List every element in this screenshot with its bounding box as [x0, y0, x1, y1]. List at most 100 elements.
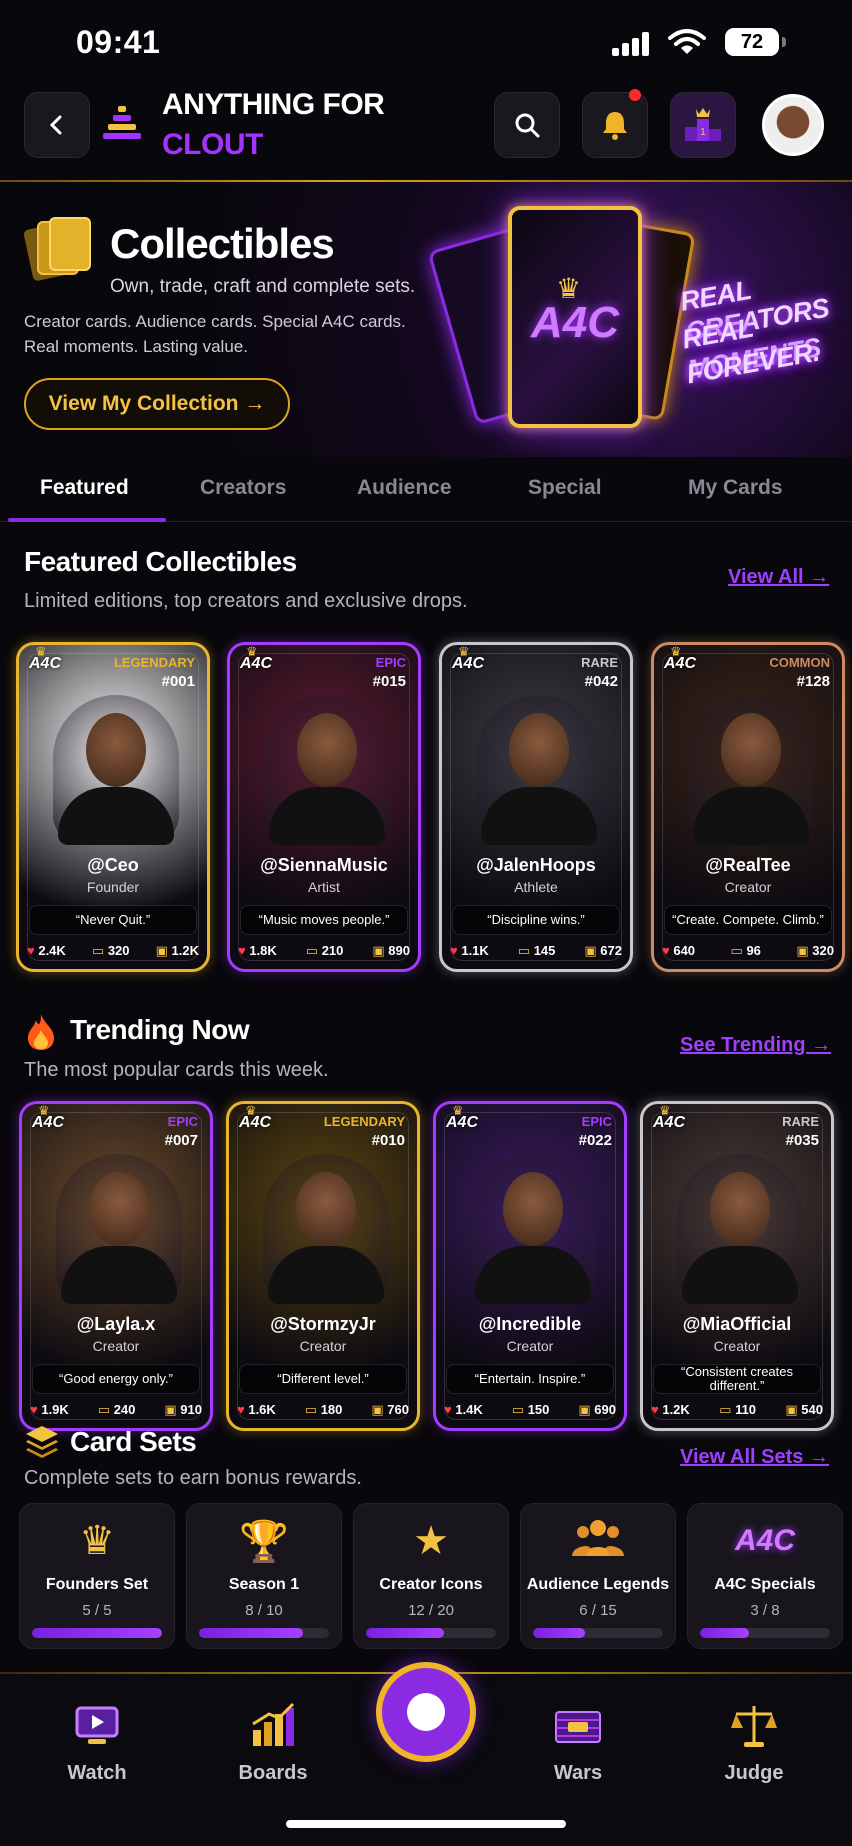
- collectible-card[interactable]: ♛ A4C COMMON #128 @RealTee Creator “Create. Co…: [651, 642, 845, 972]
- card-quote: “Different level.”: [239, 1364, 407, 1394]
- card-role: Athlete: [514, 879, 558, 895]
- card-role: Creator: [299, 1338, 347, 1354]
- card-handle: @JalenHoops: [476, 855, 596, 875]
- set-progress: 3 / 8: [750, 1602, 780, 1619]
- card-handle: @Layla.x: [76, 1314, 156, 1334]
- collectible-card[interactable]: ♛ A4C LEGENDARY #010 @StormzyJr Creator “Diffe…: [226, 1101, 420, 1431]
- card-logo: A4C: [653, 1114, 686, 1131]
- hero-description-line2: Real moments. Lasting value.: [24, 337, 248, 356]
- comment-icon: ▭: [91, 943, 105, 958]
- card-rarity: EPIC: [581, 1114, 612, 1129]
- set-season-1[interactable]: 🏆 Season 1 8 / 10: [186, 1503, 342, 1649]
- set-progress-bar: [32, 1628, 162, 1638]
- card-quote: “Music moves people.”: [240, 905, 408, 935]
- set-progress: 12 / 20: [408, 1602, 454, 1619]
- crown-icon: ♛: [79, 1519, 115, 1563]
- notification-dot: [629, 89, 641, 101]
- set-founders[interactable]: ♛ Founders Set 5 / 5: [19, 1503, 175, 1649]
- search-button[interactable]: [494, 92, 560, 158]
- set-creator-icons[interactable]: ★ Creator Icons 12 / 20: [353, 1503, 509, 1649]
- card-photo: [56, 1154, 182, 1304]
- featured-subtitle: Limited editions, top creators and exclu…: [24, 590, 468, 612]
- card-logo: A4C: [239, 1114, 272, 1131]
- tab-audience[interactable]: Audience: [357, 476, 452, 500]
- card-comments: ▭ 96: [730, 943, 761, 958]
- notifications-button[interactable]: [582, 89, 648, 158]
- card-role: Founder: [86, 879, 140, 895]
- card-number: #022: [578, 1132, 612, 1149]
- card-stats: ♥ 2.4K ▭ 320 ▣ 1.2K: [27, 943, 199, 959]
- tab-my-cards[interactable]: My Cards: [688, 476, 783, 500]
- view-all-link[interactable]: View All →: [728, 566, 829, 589]
- podium-icon: 1: [685, 108, 721, 141]
- card-quote: “Good energy only.”: [32, 1364, 200, 1394]
- back-button[interactable]: [24, 92, 90, 158]
- view-all-sets-link[interactable]: View All Sets →: [680, 1446, 829, 1469]
- card-photo: [264, 695, 390, 845]
- heart-icon: ♥: [30, 1402, 38, 1417]
- owners-icon: ▣: [164, 1402, 177, 1417]
- card-quote: “Create. Compete. Climb.”: [664, 905, 832, 935]
- set-audience-legends[interactable]: Audience Legends 6 / 15: [520, 1503, 676, 1649]
- leaderboard-button[interactable]: 1: [670, 92, 736, 158]
- brand-name-line1: ANYTHING FOR: [162, 88, 385, 121]
- card-owners: ▣ 320: [796, 943, 834, 958]
- card-photo: [53, 695, 179, 845]
- card-number: #001: [161, 673, 195, 690]
- wifi-icon: [668, 29, 706, 54]
- tab-creators[interactable]: Creators: [200, 476, 286, 500]
- set-name: Founders Set: [45, 1576, 149, 1593]
- owners-icon: ▣: [155, 943, 168, 958]
- user-avatar[interactable]: [762, 94, 824, 156]
- card-quote: “Entertain. Inspire.”: [446, 1364, 614, 1394]
- collectible-card[interactable]: ♛ A4C LEGENDARY #001 @Ceo Founder “Never Quit.…: [16, 642, 210, 972]
- card-number: #010: [371, 1132, 405, 1149]
- trending-subtitle: The most popular cards this week.: [24, 1059, 329, 1081]
- heart-icon: ♥: [450, 943, 458, 958]
- collectible-card[interactable]: ♛ A4C RARE #035 @MiaOfficial Creator “Consiste…: [640, 1101, 834, 1431]
- card-role: Artist: [308, 879, 340, 895]
- card-rarity: EPIC: [167, 1114, 198, 1129]
- card-rarity: LEGENDARY: [113, 655, 195, 670]
- nav-wars[interactable]: Wars: [518, 1762, 638, 1785]
- fire-icon: [28, 1014, 54, 1050]
- hero-card-logo: A4C: [530, 298, 620, 347]
- heart-icon: ♥: [651, 1402, 659, 1417]
- battery-indicator: 72: [725, 28, 786, 56]
- nav-watch[interactable]: Watch: [37, 1762, 157, 1785]
- owners-icon: ▣: [371, 1402, 384, 1417]
- tab-featured[interactable]: Featured: [40, 476, 129, 500]
- collectible-card[interactable]: ♛ A4C EPIC #022 @Incredible Creator “Entertain…: [433, 1101, 627, 1431]
- card-sets-title: Card Sets: [70, 1426, 197, 1457]
- hero-card-front: ♛ A4C: [508, 206, 642, 428]
- nav-judge[interactable]: Judge: [694, 1762, 814, 1785]
- card-role: Creator: [713, 1338, 761, 1354]
- card-stats: ♥ 640 ▭ 96 ▣ 320: [662, 943, 834, 959]
- set-a4c-specials[interactable]: A4C A4C Specials 3 / 8: [687, 1503, 843, 1649]
- set-progress: 8 / 10: [245, 1602, 283, 1619]
- card-stats: ♥ 1.6K ▭ 180 ▣ 760: [237, 1402, 409, 1418]
- card-handle: @RealTee: [705, 855, 791, 875]
- card-owners: ▣ 760: [371, 1402, 409, 1417]
- a4c-logo-icon: A4C: [734, 1524, 795, 1557]
- comment-icon: ▭: [517, 943, 531, 958]
- card-photo: [470, 1154, 596, 1304]
- set-progress-bar: [366, 1628, 496, 1638]
- search-icon: [515, 113, 540, 138]
- collectible-card[interactable]: ♛ A4C RARE #042 @JalenHoops Athlete “Disciplin…: [439, 642, 633, 972]
- star-icon: ★: [413, 1519, 449, 1563]
- brand-logo-icon: [103, 106, 141, 139]
- card-comments: ▭ 145: [517, 943, 556, 958]
- record-button[interactable]: [376, 1662, 476, 1762]
- tab-special[interactable]: Special: [528, 476, 602, 500]
- heart-icon: ♥: [662, 943, 670, 958]
- collectible-card[interactable]: ♛ A4C EPIC #007 @Layla.x Creator “Good energy …: [19, 1101, 213, 1431]
- tab-indicator: [8, 518, 166, 522]
- brand-name-line2: CLOUT: [162, 128, 263, 161]
- view-collection-button[interactable]: View My Collection →: [24, 378, 290, 430]
- card-photo: [476, 695, 602, 845]
- comment-icon: ▭: [511, 1402, 525, 1417]
- nav-boards[interactable]: Boards: [213, 1762, 333, 1785]
- see-trending-link[interactable]: See Trending →: [680, 1034, 831, 1057]
- collectible-card[interactable]: ♛ A4C EPIC #015 @SiennaMusic Artist “Music mov…: [227, 642, 421, 972]
